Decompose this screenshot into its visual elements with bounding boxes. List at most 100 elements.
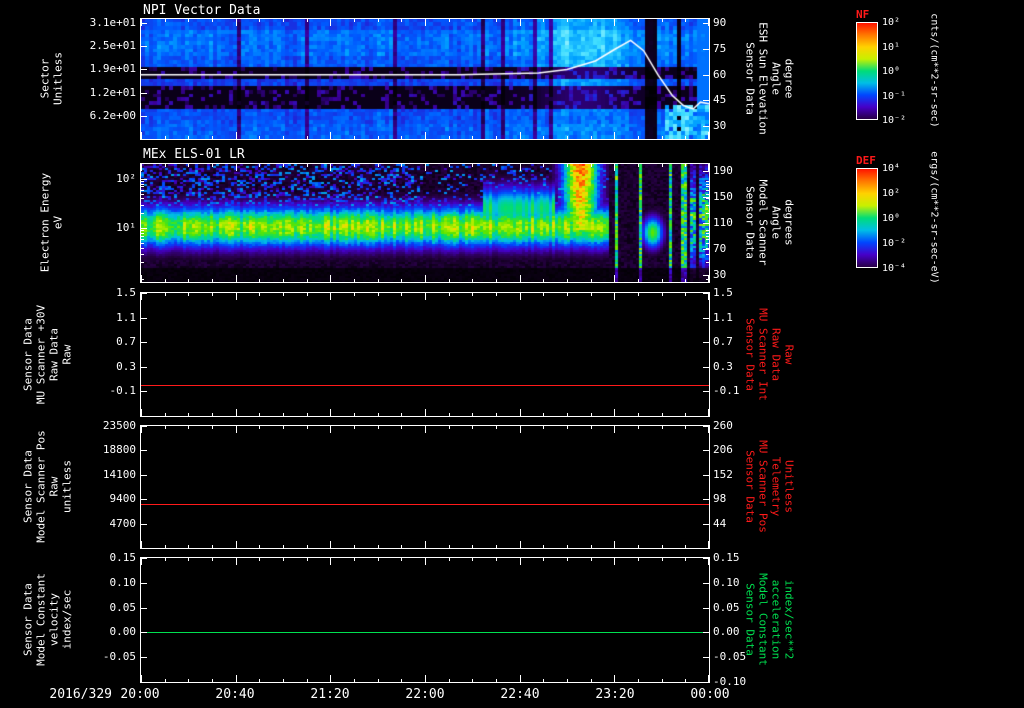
- x-tick-mark: [330, 409, 331, 416]
- mu-scanner-30v-data-line: [141, 385, 709, 386]
- x-tick-mark: [188, 558, 189, 561]
- x-tick-mark: [472, 19, 473, 22]
- x-tick-mark: [378, 279, 379, 282]
- y2-tick-label: 150: [713, 189, 733, 203]
- x-tick-mark: [165, 136, 166, 139]
- x-tick-mark: [401, 164, 402, 167]
- colorbar-unit-def: ergs/(cm**2-sr-sec-eV): [928, 151, 940, 284]
- x-tick-mark: [472, 136, 473, 139]
- x-tick-mark: [425, 558, 426, 565]
- x-tick-mark: [354, 679, 355, 682]
- y-tick-label: 1.5: [116, 286, 136, 299]
- x-tick-mark: [591, 679, 592, 682]
- colorbar-tick-label: 10⁰: [882, 213, 901, 224]
- y2-tick-mark: [703, 657, 709, 658]
- x-tick-mark: [520, 675, 521, 682]
- y-tick-mark: [141, 93, 147, 94]
- y-minor-tick: [141, 184, 144, 185]
- x-tick-mark: [259, 679, 260, 682]
- x-tick-mark: [662, 413, 663, 416]
- y2-tick-label: 0.05: [713, 600, 740, 614]
- x-tick-mark: [708, 275, 709, 282]
- x-tick-mark: [708, 409, 709, 416]
- y-axis-label-model-constant: velocity: [47, 593, 61, 646]
- colorbar-tick-label: 10¹: [882, 41, 901, 53]
- colorbar-title-nf: NF: [856, 8, 870, 21]
- y2-tick-mark: [703, 391, 709, 392]
- x-tick-mark: [662, 545, 663, 548]
- x-tick-mark: [591, 545, 592, 548]
- x-tick-mark: [591, 426, 592, 429]
- x-tick-mark: [188, 136, 189, 139]
- x-tick-mark: [496, 426, 497, 429]
- y2-tick-mark: [703, 524, 709, 525]
- y2-tick-mark: [703, 608, 709, 609]
- x-tick-mark: [141, 293, 142, 300]
- x-tick-mark: [567, 136, 568, 139]
- y-tick-mark: [141, 318, 147, 319]
- y-minor-tick: [141, 236, 144, 237]
- x-tick-mark: [330, 675, 331, 682]
- x-tick-mark: [520, 409, 521, 416]
- x-tick-mark: [472, 545, 473, 548]
- x-tick-mark: [141, 19, 142, 26]
- x-tick-mark: [685, 679, 686, 682]
- x-tick-mark: [662, 426, 663, 429]
- x-tick-mark: [212, 164, 213, 167]
- x-tick-mark: [378, 136, 379, 139]
- x-tick-mark: [449, 279, 450, 282]
- y2-tick-mark: [703, 49, 709, 50]
- y-tick-label: -0.05: [102, 650, 136, 664]
- y-tick-mark: [141, 524, 147, 525]
- y-minor-tick: [141, 230, 144, 231]
- y-minor-tick: [706, 262, 709, 263]
- x-tick-mark: [472, 679, 473, 682]
- y2-tick-label: 1.1: [713, 310, 733, 324]
- y2-tick-mark: [703, 318, 709, 319]
- x-tick-mark: [283, 545, 284, 548]
- x-tick-mark: [567, 679, 568, 682]
- x-tick-mark: [378, 679, 379, 682]
- x-tick-mark: [591, 413, 592, 416]
- x-tick-mark: [520, 426, 521, 433]
- x-tick-mark: [307, 164, 308, 167]
- y-minor-tick: [706, 233, 709, 234]
- y-minor-tick: [706, 243, 709, 244]
- y-minor-tick: [706, 194, 709, 195]
- x-tick-mark: [496, 558, 497, 561]
- x-tick-mark: [614, 409, 615, 416]
- y-tick-mark: [141, 116, 147, 117]
- x-tick-mark: [259, 426, 260, 429]
- x-tick-mark: [165, 19, 166, 22]
- colorbar-tick-label: 10⁰: [882, 66, 901, 77]
- x-tick-mark: [141, 164, 142, 171]
- x-tick-mark: [283, 558, 284, 561]
- x-tick-mark: [543, 679, 544, 682]
- x-tick-mark: [425, 19, 426, 26]
- x-tick-mark: [449, 413, 450, 416]
- x-tick-mark: [259, 279, 260, 282]
- x-tick-mark: [591, 558, 592, 561]
- x-tick-mark: [708, 132, 709, 139]
- x-tick-mark: [188, 164, 189, 167]
- x-tick-mark: [638, 558, 639, 561]
- x-tick-mark: [141, 541, 142, 548]
- y2-tick-label: 0.10: [713, 575, 740, 589]
- y-minor-tick: [706, 239, 709, 240]
- x-tick-mark: [283, 413, 284, 416]
- x-tick-mark: [425, 409, 426, 416]
- y2-tick-label: 0.7: [713, 335, 733, 349]
- x-tick-mark: [614, 558, 615, 565]
- y-tick-label: 0.00: [109, 625, 137, 639]
- x-tick-mark: [662, 136, 663, 139]
- x-tick-mark: [236, 275, 237, 282]
- x-tick-mark: [165, 426, 166, 429]
- y-tick-label: 6.2e+00: [89, 108, 136, 122]
- x-tick-mark: [685, 293, 686, 296]
- x-tick-mark: [330, 164, 331, 171]
- x-tick-mark: [567, 164, 568, 167]
- x-tick-mark: [638, 164, 639, 167]
- y-minor-tick: [141, 243, 144, 244]
- npi-panel-title: NPI Vector Data: [143, 3, 261, 18]
- x-tick-mark: [307, 679, 308, 682]
